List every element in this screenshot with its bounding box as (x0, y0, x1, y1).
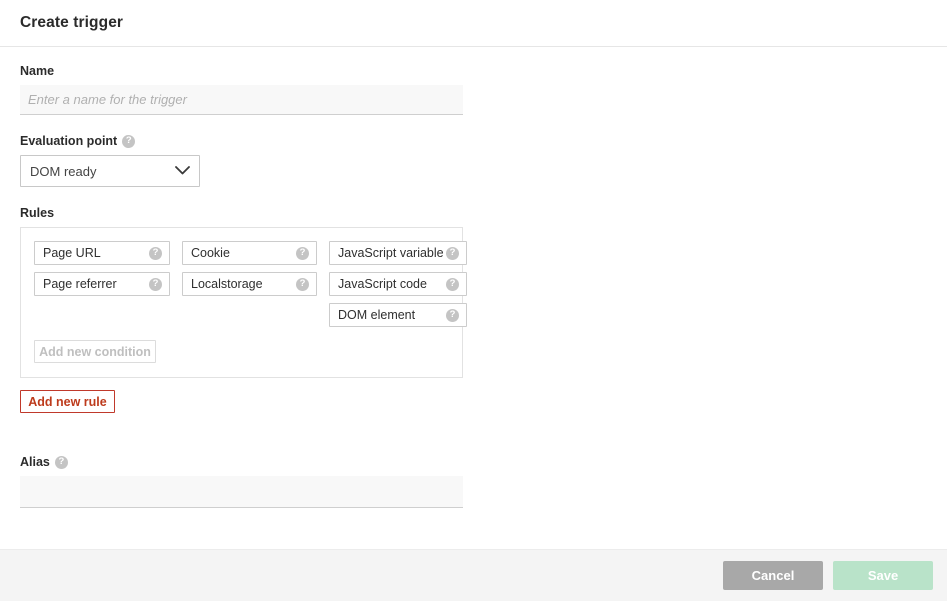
alias-label: Alias ? (20, 455, 927, 469)
help-circle-icon[interactable]: ? (149, 246, 162, 260)
evaluation-point-select-wrap: DOM ready (20, 155, 200, 187)
cancel-button[interactable]: Cancel (723, 561, 823, 590)
evaluation-point-label: Evaluation point ? (20, 134, 927, 148)
condition-label: Cookie (191, 245, 230, 260)
rules-column-1: Page URL ? Page referrer ? (34, 241, 170, 296)
condition-label: DOM element (338, 307, 416, 322)
dialog-header: Create trigger (0, 0, 947, 47)
name-field-group: Name (20, 64, 927, 115)
condition-label: Page referrer (43, 276, 117, 291)
rules-field-group: Rules Page URL ? Page referrer ? Cookie … (20, 206, 927, 413)
evaluation-point-select[interactable]: DOM ready (20, 155, 200, 187)
name-input[interactable] (20, 85, 463, 115)
rules-columns: Page URL ? Page referrer ? Cookie ? Loca… (34, 241, 467, 327)
alias-field-group: Alias ? (20, 455, 927, 508)
add-new-condition-button[interactable]: Add new condition (34, 340, 156, 363)
name-label: Name (20, 64, 927, 78)
alias-label-text: Alias (20, 455, 50, 469)
help-circle-icon[interactable]: ? (296, 246, 309, 260)
dialog-body: Name Evaluation point ? DOM ready Rules (0, 48, 947, 549)
condition-javascript-variable[interactable]: JavaScript variable ? (329, 241, 467, 265)
evaluation-point-field-group: Evaluation point ? DOM ready (20, 134, 927, 187)
rules-label-text: Rules (20, 206, 55, 220)
help-circle-icon[interactable]: ? (54, 455, 68, 469)
condition-page-referrer[interactable]: Page referrer ? (34, 272, 170, 296)
condition-label: Localstorage (191, 276, 263, 291)
condition-page-url[interactable]: Page URL ? (34, 241, 170, 265)
help-circle-icon[interactable]: ? (296, 277, 309, 291)
condition-cookie[interactable]: Cookie ? (182, 241, 317, 265)
condition-localstorage[interactable]: Localstorage ? (182, 272, 317, 296)
condition-dom-element[interactable]: DOM element ? (329, 303, 467, 327)
rules-column-2: Cookie ? Localstorage ? (182, 241, 317, 296)
help-circle-icon[interactable]: ? (446, 277, 459, 291)
evaluation-point-label-text: Evaluation point (20, 134, 118, 148)
alias-input[interactable] (20, 476, 463, 508)
rules-column-3: JavaScript variable ? JavaScript code ? … (329, 241, 467, 327)
help-circle-icon[interactable]: ? (446, 246, 459, 260)
help-circle-icon[interactable]: ? (149, 277, 162, 291)
condition-javascript-code[interactable]: JavaScript code ? (329, 272, 467, 296)
help-circle-icon[interactable]: ? (446, 308, 459, 322)
help-circle-icon[interactable]: ? (122, 134, 136, 148)
condition-label: Page URL (43, 245, 101, 260)
rules-container: Page URL ? Page referrer ? Cookie ? Loca… (20, 227, 467, 378)
condition-label: JavaScript code (338, 276, 427, 291)
page-title: Create trigger (20, 14, 124, 31)
save-button[interactable]: Save (833, 561, 933, 590)
name-label-text: Name (20, 64, 55, 78)
dialog-footer: Cancel Save (0, 549, 947, 601)
add-new-rule-button[interactable]: Add new rule (20, 390, 115, 413)
rules-label: Rules (20, 206, 927, 220)
condition-label: JavaScript variable (338, 245, 444, 260)
